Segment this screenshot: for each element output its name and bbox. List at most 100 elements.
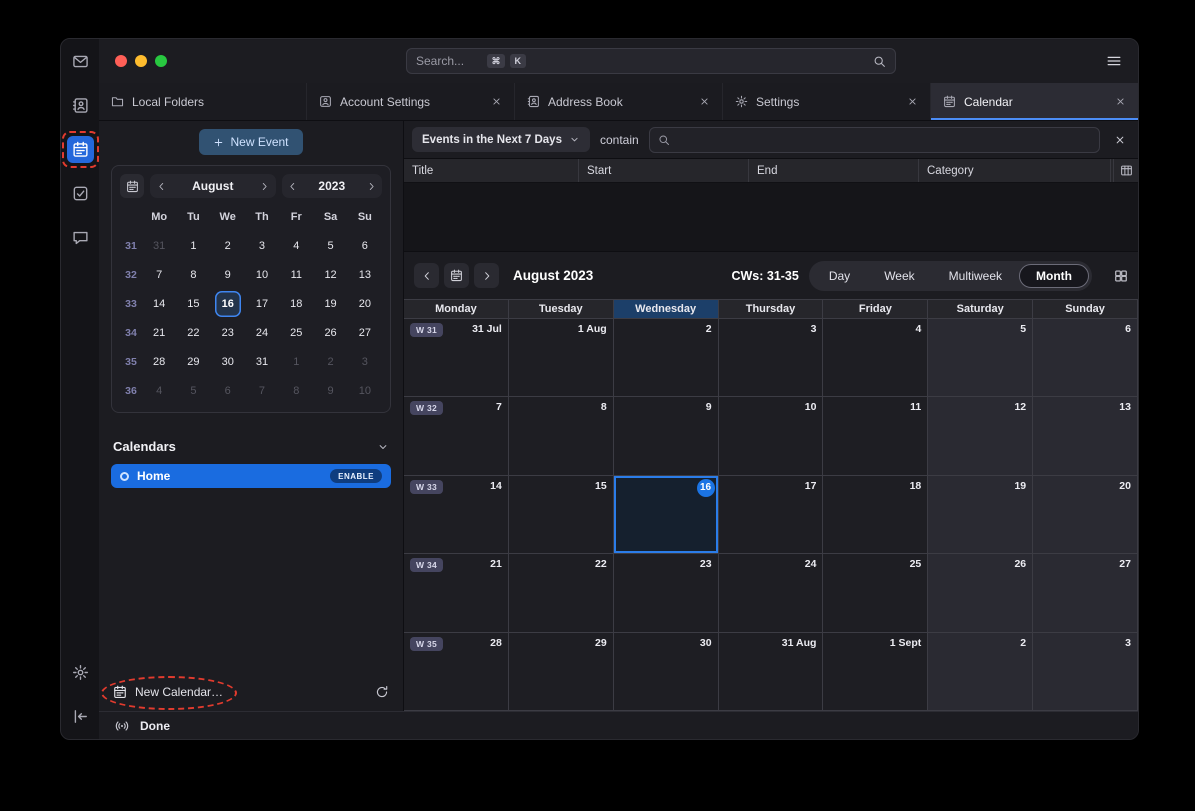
month-cell[interactable]: 29 (509, 633, 614, 711)
new-event-button[interactable]: New Event (199, 129, 303, 155)
month-cell[interactable]: 17 (719, 476, 824, 554)
mini-day[interactable]: 4 (146, 378, 172, 404)
month-cell[interactable]: 12 (928, 397, 1033, 475)
tab-close-icon[interactable] (1115, 96, 1126, 107)
mini-day[interactable]: 27 (352, 320, 378, 346)
mini-day[interactable]: 4 (283, 233, 309, 259)
month-cell[interactable]: 2 (614, 319, 719, 397)
month-cell[interactable]: 27 (1033, 554, 1138, 632)
mini-day[interactable]: 31 (249, 349, 275, 375)
month-cell[interactable]: 24 (719, 554, 824, 632)
month-cell[interactable]: 23 (614, 554, 719, 632)
month-cell[interactable]: 11 (823, 397, 928, 475)
calendar-enable-badge[interactable]: ENABLE (330, 469, 382, 483)
month-cell[interactable]: 9 (614, 397, 719, 475)
rail-chat-button[interactable] (67, 224, 94, 251)
month-cell[interactable]: 8 (509, 397, 614, 475)
month-cell[interactable]: 10 (719, 397, 824, 475)
mini-day[interactable]: 3 (352, 349, 378, 375)
rail-address-book-button[interactable] (67, 92, 94, 119)
calendars-section-header[interactable]: Calendars (113, 439, 389, 454)
view-month-button[interactable]: Month (1019, 264, 1089, 288)
event-range-dropdown[interactable]: Events in the Next 7 Days (412, 127, 590, 152)
month-cell-today[interactable]: 16 (614, 476, 719, 554)
month-cell[interactable]: W 3421 (404, 554, 509, 632)
month-cell[interactable]: 4 (823, 319, 928, 397)
month-cell[interactable]: 20 (1033, 476, 1138, 554)
tab-address-book[interactable]: Address Book (514, 83, 722, 120)
mini-day[interactable]: 8 (283, 378, 309, 404)
month-cell[interactable]: W 3314 (404, 476, 509, 554)
next-period-button[interactable] (474, 263, 499, 288)
event-search-input[interactable] (677, 133, 1091, 147)
event-column-title[interactable]: Title (404, 159, 579, 182)
month-cell[interactable]: 5 (928, 319, 1033, 397)
month-cell[interactable]: 3 (1033, 633, 1138, 711)
tab-calendar[interactable]: Calendar (930, 83, 1138, 120)
mini-day[interactable]: 3 (249, 233, 275, 259)
next-month-button[interactable] (254, 181, 276, 192)
month-cell[interactable]: 30 (614, 633, 719, 711)
mini-day[interactable]: 9 (318, 378, 344, 404)
month-cell[interactable]: W 327 (404, 397, 509, 475)
mini-day[interactable]: 17 (249, 291, 275, 317)
mini-day[interactable]: 15 (180, 291, 206, 317)
mini-day[interactable]: 10 (352, 378, 378, 404)
mini-calendar-today-button[interactable] (120, 174, 144, 198)
month-cell[interactable]: 6 (1033, 319, 1138, 397)
mini-day[interactable]: 29 (180, 349, 206, 375)
mini-day-selected[interactable]: 16 (215, 291, 241, 317)
calendar-layout-button[interactable] (1114, 269, 1128, 283)
next-year-button[interactable] (360, 181, 382, 192)
month-cell[interactable]: 2 (928, 633, 1033, 711)
mini-day[interactable]: 11 (283, 262, 309, 288)
mini-day[interactable]: 31 (146, 233, 172, 259)
mini-day[interactable]: 2 (318, 349, 344, 375)
mini-day[interactable]: 7 (249, 378, 275, 404)
chevron-down-icon[interactable] (377, 441, 389, 453)
rail-mail-button[interactable] (67, 48, 94, 75)
tab-account-settings[interactable]: Account Settings (306, 83, 514, 120)
mini-day[interactable]: 20 (352, 291, 378, 317)
mini-day[interactable]: 10 (249, 262, 275, 288)
mini-day[interactable]: 1 (283, 349, 309, 375)
event-search[interactable] (649, 127, 1100, 153)
rail-calendar-button[interactable] (67, 136, 94, 163)
rail-tasks-button[interactable] (67, 180, 94, 207)
mini-day[interactable]: 24 (249, 320, 275, 346)
prev-year-button[interactable] (282, 181, 304, 192)
prev-month-button[interactable] (150, 181, 172, 192)
mini-day[interactable]: 6 (352, 233, 378, 259)
sync-calendars-button[interactable] (375, 685, 389, 699)
column-picker-button[interactable] (1114, 159, 1138, 182)
mini-day[interactable]: 12 (318, 262, 344, 288)
new-calendar-button[interactable]: New Calendar… (113, 685, 223, 699)
event-column-category[interactable]: Category (919, 159, 1111, 182)
month-cell[interactable]: 15 (509, 476, 614, 554)
mini-day[interactable]: 21 (146, 320, 172, 346)
tab-local-folders[interactable]: Local Folders (99, 83, 306, 120)
minimize-window-button[interactable] (135, 55, 147, 67)
prev-period-button[interactable] (414, 263, 439, 288)
mini-day[interactable]: 2 (215, 233, 241, 259)
mini-day[interactable]: 23 (215, 320, 241, 346)
event-column-start[interactable]: Start (579, 159, 749, 182)
month-cell[interactable]: W 3131 Jul (404, 319, 509, 397)
close-window-button[interactable] (115, 55, 127, 67)
today-button[interactable] (444, 263, 469, 288)
mini-day[interactable]: 1 (180, 233, 206, 259)
mini-day[interactable]: 5 (318, 233, 344, 259)
month-cell[interactable]: 1 Aug (509, 319, 614, 397)
mini-day[interactable]: 5 (180, 378, 206, 404)
month-cell[interactable]: 25 (823, 554, 928, 632)
mini-day[interactable]: 28 (146, 349, 172, 375)
tab-close-icon[interactable] (699, 96, 710, 107)
view-week-button[interactable]: Week (867, 264, 931, 288)
tab-close-icon[interactable] (491, 96, 502, 107)
mini-day[interactable]: 14 (146, 291, 172, 317)
mini-day[interactable]: 6 (215, 378, 241, 404)
month-cell[interactable]: 3 (719, 319, 824, 397)
app-menu-button[interactable] (1106, 53, 1122, 69)
rail-settings-button[interactable] (67, 659, 94, 686)
mini-day[interactable]: 13 (352, 262, 378, 288)
